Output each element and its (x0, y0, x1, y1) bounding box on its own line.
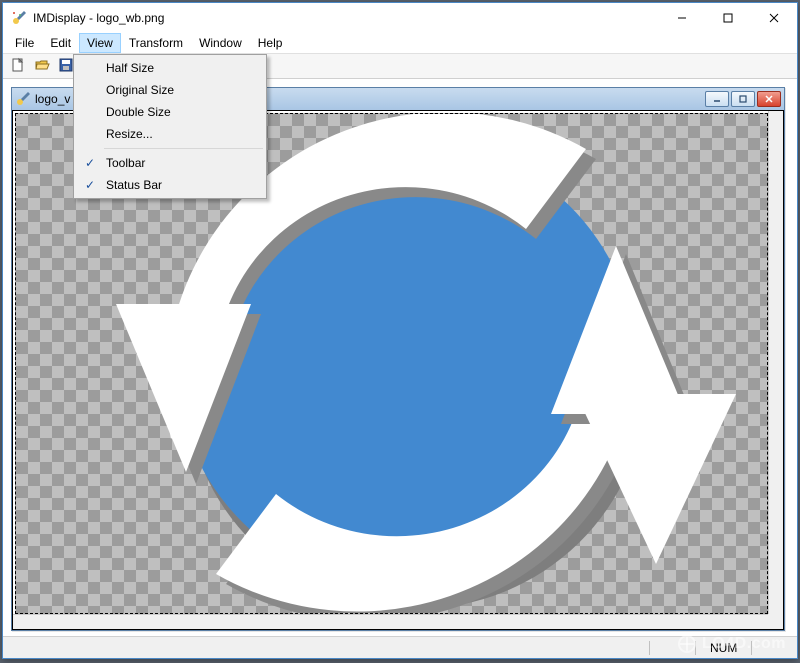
close-button[interactable] (751, 3, 797, 33)
document-maximize-button[interactable] (731, 91, 755, 107)
minimize-button[interactable] (659, 3, 705, 33)
new-button[interactable] (7, 55, 29, 77)
menu-view[interactable]: View (79, 33, 121, 53)
menu-resize[interactable]: Resize... (76, 123, 264, 145)
menu-help[interactable]: Help (250, 33, 291, 53)
new-file-icon (10, 57, 26, 76)
menu-separator (104, 148, 263, 149)
maximize-button[interactable] (705, 3, 751, 33)
titlebar: IMDisplay - logo_wb.png (3, 3, 797, 33)
folder-open-icon (34, 57, 50, 76)
menu-edit[interactable]: Edit (42, 33, 79, 53)
menu-half-size[interactable]: Half Size (76, 57, 264, 79)
document-window-controls (705, 91, 781, 107)
menu-file[interactable]: File (7, 33, 42, 53)
vertical-scrollbar[interactable] (768, 111, 783, 614)
open-button[interactable] (31, 55, 53, 77)
menu-transform[interactable]: Transform (121, 33, 191, 53)
view-dropdown: Half Size Original Size Double Size Resi… (73, 54, 267, 199)
document-icon (15, 91, 31, 107)
scroll-corner (768, 614, 783, 629)
menu-original-size[interactable]: Original Size (76, 79, 264, 101)
document-close-button[interactable] (757, 91, 781, 107)
menubar: File Edit View Transform Window Help (3, 33, 797, 53)
menu-window[interactable]: Window (191, 33, 250, 53)
window-controls (659, 3, 797, 33)
status-cap (649, 641, 695, 655)
status-scrl (751, 641, 797, 655)
menu-toolbar-toggle[interactable]: Toolbar (76, 152, 264, 174)
app-window: IMDisplay - logo_wb.png File Edit View T… (2, 2, 798, 659)
statusbar: NUM (3, 636, 797, 658)
window-title: IMDisplay - logo_wb.png (33, 11, 659, 25)
menu-statusbar-toggle[interactable]: Status Bar (76, 174, 264, 196)
save-icon (58, 57, 74, 76)
horizontal-scrollbar[interactable] (13, 614, 768, 629)
document-minimize-button[interactable] (705, 91, 729, 107)
status-num: NUM (695, 641, 751, 655)
app-icon (11, 10, 27, 26)
menu-double-size[interactable]: Double Size (76, 101, 264, 123)
